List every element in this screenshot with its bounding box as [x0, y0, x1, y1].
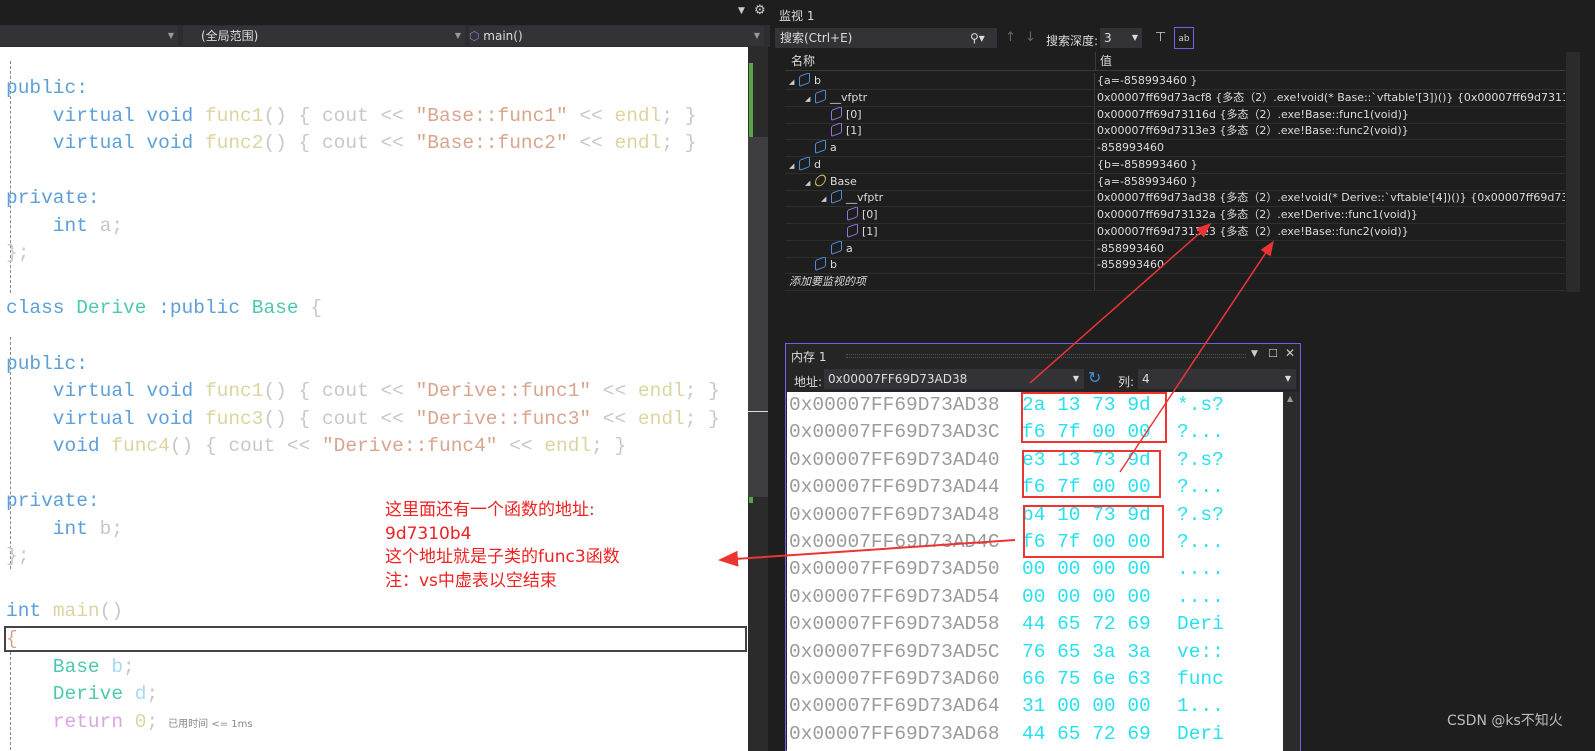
annotation-arrows: [718, 223, 1274, 567]
arrow-to-func1: [1029, 223, 1212, 384]
note-line: 注：vs中虚表以空结束: [385, 570, 557, 591]
note-line: 9d7310b4: [385, 523, 472, 544]
arrow-to-note: [718, 539, 1016, 567]
annotation-note: 这里面还有一个函数的地址: 9d7310b4 这个地址就是子类的func3函数 …: [385, 499, 620, 593]
note-line: 这个地址就是子类的func3函数: [385, 547, 620, 567]
arrow-to-func2: [1119, 240, 1274, 473]
watermark: CSDN @ks不知火: [1447, 713, 1563, 729]
note-line: 这里面还有一个函数的地址:: [385, 500, 595, 520]
